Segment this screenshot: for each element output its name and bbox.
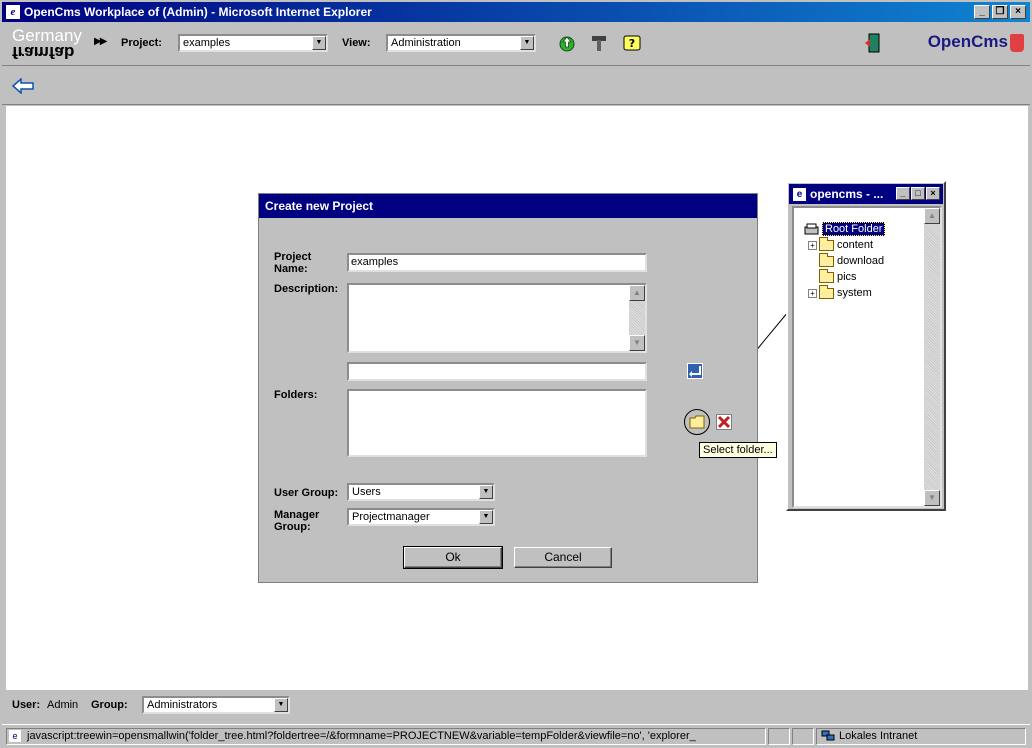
folder-icon: [819, 252, 834, 267]
page-icon: e: [9, 730, 21, 742]
ie-icon: e: [793, 187, 806, 201]
project-name-input[interactable]: examples: [347, 253, 647, 272]
user-value: Admin: [47, 699, 79, 711]
folder-tree-popup: e opencms - ... _ □ × ▲ ▼ Root Folder + c…: [786, 181, 946, 511]
scroll-down-icon[interactable]: ▼: [924, 490, 940, 506]
user-label: User:: [12, 699, 41, 711]
status-segment: [792, 728, 814, 745]
description-label: Description:: [274, 283, 339, 295]
folders-label: Folders:: [274, 389, 318, 401]
status-segment: [768, 728, 790, 745]
popup-title: opencms - ...: [810, 187, 884, 201]
folder-tree: ▲ ▼ Root Folder + content download pics +…: [792, 206, 942, 508]
manager-group-label: Manager Group:: [274, 509, 320, 533]
chevron-down-icon: ▼: [479, 485, 493, 499]
dialog-title: Create new Project: [259, 194, 757, 218]
chevron-down-icon: ▼: [479, 510, 493, 524]
folder-icon: [819, 284, 834, 299]
project-name-label: Project Name:: [274, 251, 312, 275]
add-folder-icon[interactable]: [686, 362, 704, 380]
folder-icon: [819, 236, 834, 251]
popup-minimize-button[interactable]: _: [896, 187, 910, 200]
popup-title-bar: e opencms - ... _ □ ×: [789, 184, 943, 204]
scroll-down-icon[interactable]: ▼: [629, 335, 645, 351]
cancel-button[interactable]: Cancel: [514, 547, 612, 568]
user-group-select[interactable]: Users ▼: [347, 483, 495, 501]
expand-icon[interactable]: +: [808, 288, 817, 298]
group-select[interactable]: Administrators ▼: [142, 696, 290, 714]
popup-maximize-button[interactable]: □: [911, 187, 925, 200]
chevron-down-icon: ▼: [274, 698, 288, 712]
tree-item-pics[interactable]: pics: [819, 268, 857, 283]
expand-icon[interactable]: +: [808, 240, 817, 250]
tree-item-download[interactable]: download: [819, 252, 884, 267]
select-folder-tooltip: Select folder...: [699, 442, 777, 458]
select-folder-icon[interactable]: [688, 413, 706, 431]
tree-item-root[interactable]: Root Folder: [804, 222, 886, 236]
tree-item-system[interactable]: + system: [808, 284, 872, 299]
group-label: Group:: [91, 699, 128, 711]
folder-icon: [819, 268, 834, 283]
delete-folder-icon[interactable]: [715, 413, 733, 431]
scroll-up-icon[interactable]: ▲: [629, 285, 645, 301]
description-textarea[interactable]: ▲ ▼: [347, 283, 647, 353]
folder-path-input[interactable]: [347, 362, 647, 381]
scroll-up-icon[interactable]: ▲: [924, 208, 940, 224]
user-group-label: User Group:: [274, 487, 339, 499]
tree-item-content[interactable]: + content: [808, 236, 873, 251]
security-zone: Lokales Intranet: [816, 728, 1026, 745]
ok-button[interactable]: Ok: [403, 546, 503, 569]
popup-close-button[interactable]: ×: [926, 187, 940, 200]
intranet-icon: [821, 730, 835, 742]
browser-status-bar: e javascript:treewin=opensmallwin('folde…: [2, 724, 1030, 746]
tree-scrollbar[interactable]: ▲ ▼: [924, 208, 940, 506]
create-project-dialog: Create new Project Project Name: example…: [258, 193, 758, 583]
workplace-footer: User: Admin Group: Administrators ▼: [2, 692, 1030, 720]
drive-icon: [804, 223, 819, 235]
description-scrollbar[interactable]: ▲ ▼: [629, 285, 645, 351]
manager-group-select[interactable]: Projectmanager ▼: [347, 508, 495, 526]
status-text: e javascript:treewin=opensmallwin('folde…: [6, 728, 766, 745]
folders-list[interactable]: [347, 389, 647, 457]
